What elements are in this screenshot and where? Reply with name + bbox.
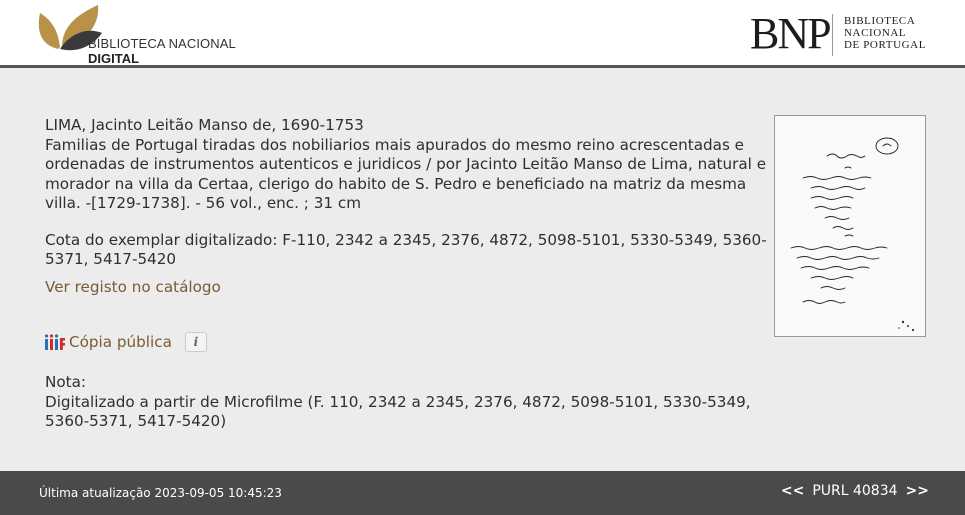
public-copy-row: Cópia pública i <box>45 330 207 354</box>
last-updated: Última atualização 2023-09-05 10:45:23 <box>39 486 282 500</box>
public-copy-link[interactable]: Cópia pública <box>69 333 172 351</box>
bnp-letters: BNP <box>750 9 832 58</box>
logo-divider <box>832 14 833 56</box>
info-icon[interactable]: i <box>184 332 207 352</box>
site-footer: Última atualização 2023-09-05 10:45:23 <… <box>0 471 965 515</box>
bnp-logo-text: BIBLIOTECA NACIONAL DE PORTUGAL <box>844 15 926 51</box>
record-description: Familias de Portugal tiradas dos nobilia… <box>45 135 767 213</box>
manuscript-thumbnail[interactable] <box>774 115 926 337</box>
bnp-line-3: DE PORTUGAL <box>844 39 927 51</box>
iiif-icon[interactable] <box>45 334 66 350</box>
bnp-line-2: NACIONAL <box>844 27 907 39</box>
bnp-line-1: BIBLIOTECA <box>844 15 916 27</box>
note-text: Digitalizado a partir de Microfilme (F. … <box>45 392 751 431</box>
record-note: Nota: Digitalizado a partir de Microfilm… <box>45 373 767 432</box>
record-author: LIMA, Jacinto Leitão Manso de, 1690-1753 <box>45 116 364 134</box>
catalog-record-link[interactable]: Ver registo no catálogo <box>45 278 767 298</box>
purl-navigation: << PURL 40834 >> <box>781 483 929 499</box>
manuscript-page-image <box>775 116 925 336</box>
biblioteca-nacional-digital-logo[interactable]: BIBLIOTECA NACIONAL DIGITAL <box>36 3 266 67</box>
note-label: Nota: <box>45 373 87 391</box>
record-details: LIMA, Jacinto Leitão Manso de, 1690-1753… <box>45 116 767 297</box>
purl-label: PURL 40834 <box>812 483 898 499</box>
logo-title: BIBLIOTECA NACIONAL <box>88 36 236 51</box>
previous-record-button[interactable]: << <box>781 483 804 499</box>
site-header: BIBLIOTECA NACIONAL DIGITAL BNP BIBLIOTE… <box>0 0 965 68</box>
logo-subtitle: DIGITAL <box>88 51 140 66</box>
bnp-logo[interactable]: BNP BIBLIOTECA NACIONAL DE PORTUGAL <box>750 10 950 64</box>
next-record-button[interactable]: >> <box>906 483 929 499</box>
record-cota: Cota do exemplar digitalizado: F-110, 23… <box>45 230 767 269</box>
